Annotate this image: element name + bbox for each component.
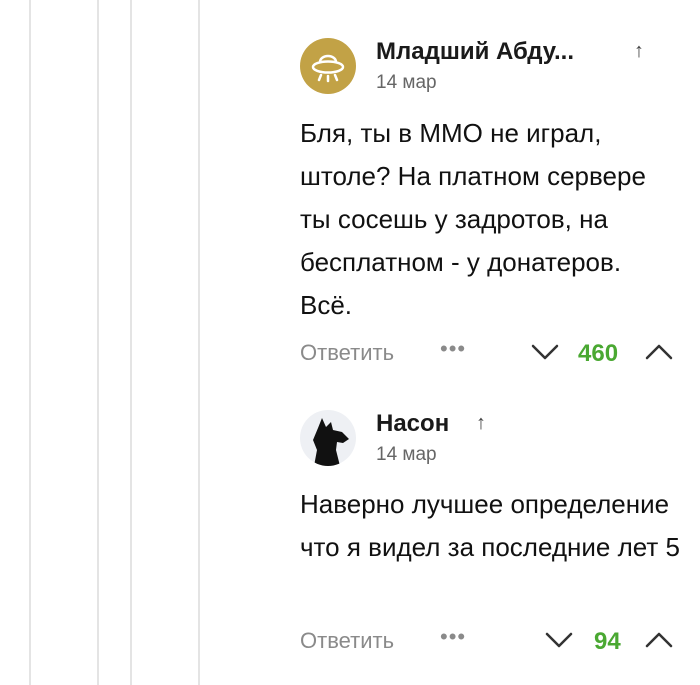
parent-arrow-icon[interactable]: ↑ xyxy=(634,40,644,63)
reply-button[interactable]: Ответить xyxy=(300,340,394,366)
comment-actions: Ответить ••• 460 xyxy=(300,336,700,370)
rating-value: 94 xyxy=(594,628,621,655)
thread-line-3 xyxy=(130,0,132,685)
author-name[interactable]: Младший Абду... xyxy=(376,38,574,66)
avatar[interactable] xyxy=(300,410,356,466)
vote-up-icon[interactable] xyxy=(644,630,674,650)
ufo-icon xyxy=(311,54,345,83)
comment-text: Наверно лучшее определение что я видел з… xyxy=(300,489,680,562)
more-button[interactable]: ••• xyxy=(440,336,466,362)
parent-arrow-icon[interactable]: ↑ xyxy=(476,412,486,435)
rating-value: 460 xyxy=(578,340,619,367)
vote-down-icon[interactable] xyxy=(530,342,560,362)
vote-down-icon[interactable] xyxy=(544,630,574,650)
avatar[interactable] xyxy=(300,38,356,94)
author-name[interactable]: Насон xyxy=(376,410,449,438)
vote-up-icon[interactable] xyxy=(644,342,674,362)
comment-actions: Ответить ••• 94 xyxy=(300,624,700,658)
comment-date: 14 мар xyxy=(376,72,437,93)
comment: Младший Абду... ↑ 14 мар Бля, ты в ММО н… xyxy=(300,36,700,376)
wolf-silhouette-icon xyxy=(313,418,349,466)
comment: Насон ↑ 14 мар Наверно лучшее определени… xyxy=(300,408,700,668)
reply-button[interactable]: Ответить xyxy=(300,628,394,654)
thread-line-2 xyxy=(97,0,99,685)
comment-text: Бля, ты в ММО не играл, штоле? На платно… xyxy=(300,118,646,320)
more-button[interactable]: ••• xyxy=(440,624,466,650)
thread-line-4 xyxy=(198,0,200,685)
comment-date: 14 мар xyxy=(376,444,437,465)
thread-line-1 xyxy=(29,0,31,685)
